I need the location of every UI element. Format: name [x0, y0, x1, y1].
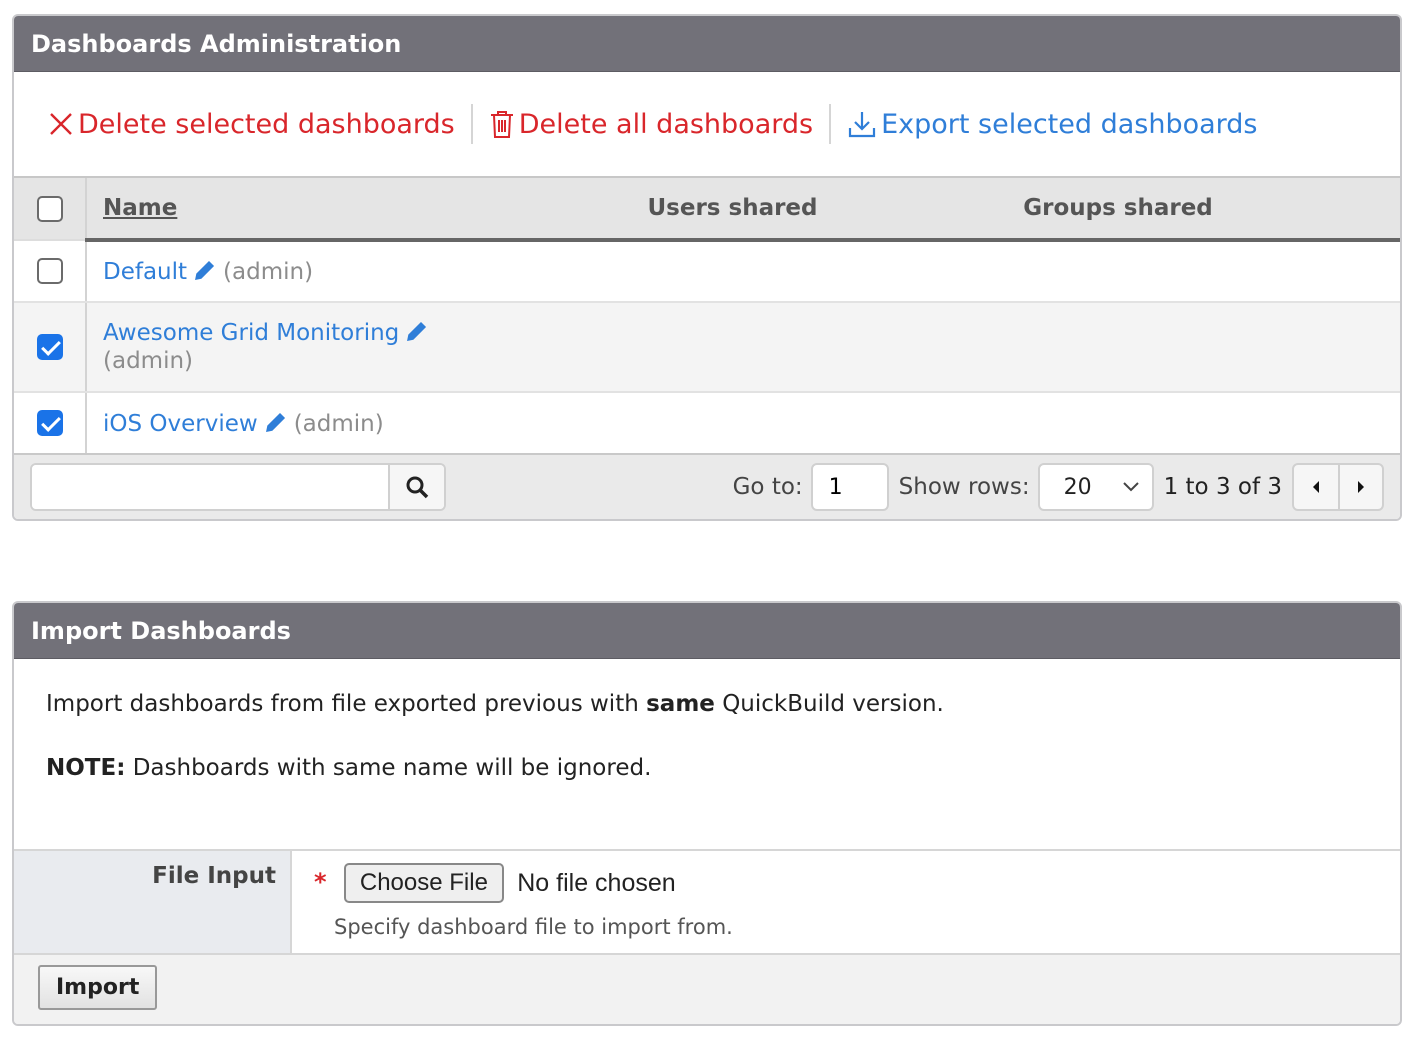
select-all-checkbox[interactable] — [36, 195, 63, 222]
pencil-icon[interactable] — [405, 319, 429, 343]
dashboards-table: Name Users shared Groups shared Default (… — [14, 178, 1400, 455]
export-selected-button[interactable]: Export selected dashboards — [847, 108, 1258, 140]
dashboard-owner: (admin) — [223, 259, 314, 285]
caret-right-icon — [1358, 481, 1364, 493]
download-icon — [848, 112, 876, 138]
divider — [829, 104, 832, 144]
pencil-icon[interactable] — [264, 410, 288, 434]
row-checkbox[interactable] — [36, 258, 63, 285]
divider — [470, 104, 473, 144]
delete-selected-button[interactable]: Delete selected dashboards — [48, 109, 455, 140]
dashboard-link[interactable]: Awesome Grid Monitoring — [103, 320, 399, 346]
delete-all-button[interactable]: Delete all dashboards — [489, 109, 813, 140]
row-checkbox[interactable] — [36, 334, 63, 361]
action-bar: Delete selected dashboards Delete all da… — [14, 72, 1400, 178]
pagination-range: 1 to 3 of 3 — [1163, 474, 1282, 500]
table-header-row: Name Users shared Groups shared — [14, 178, 1400, 242]
import-dashboards-panel: Import Dashboards Import dashboards from… — [12, 601, 1402, 1026]
pencil-icon[interactable] — [193, 258, 217, 282]
trash-icon — [490, 111, 513, 138]
search-button[interactable] — [388, 465, 444, 509]
dashboard-name-cell: Default (admin) — [86, 240, 1400, 303]
table-row: Awesome Grid Monitoring (admin) — [14, 302, 1400, 393]
panel-title: Dashboards Administration — [14, 16, 1400, 72]
file-input-row: File Input * Choose File No file chosen … — [14, 851, 1400, 955]
dashboard-owner: (admin) — [103, 348, 194, 374]
dashboard-link[interactable]: Default — [103, 259, 187, 285]
import-footer: Import — [14, 955, 1400, 1024]
show-rows-label: Show rows: — [898, 474, 1030, 500]
table-footer: Go to: Show rows: 20 1 to 3 of 3 — [14, 453, 1400, 519]
users-shared-header: Users shared — [510, 178, 955, 242]
file-input-field: * Choose File No file chosen Specify das… — [292, 851, 733, 953]
search-icon — [406, 476, 429, 499]
goto-label: Go to: — [732, 474, 803, 500]
next-page-button[interactable] — [1338, 465, 1382, 509]
export-selected-label: Export selected dashboards — [881, 108, 1258, 140]
file-input-hint: Specify dashboard file to import from. — [334, 915, 733, 939]
panel-title: Import Dashboards — [14, 603, 1400, 659]
delete-selected-label: Delete selected dashboards — [78, 108, 455, 140]
dashboard-name-cell: iOS Overview (admin) — [86, 392, 1400, 455]
table-row: Default (admin) — [14, 240, 1400, 303]
name-column-header[interactable]: Name — [86, 178, 510, 242]
name-sort-link[interactable]: Name — [103, 195, 177, 221]
search-box — [30, 463, 446, 511]
import-description: Import dashboards from file exported pre… — [14, 659, 1400, 851]
import-button[interactable]: Import — [38, 965, 158, 1010]
prev-page-button[interactable] — [1294, 465, 1338, 509]
close-icon — [50, 113, 72, 135]
row-checkbox[interactable] — [36, 410, 63, 437]
show-rows-select[interactable]: 20 — [1037, 463, 1154, 511]
import-note: NOTE: Dashboards with same name will be … — [46, 755, 652, 781]
file-input-label: File Input — [14, 851, 292, 953]
show-rows-value: 20 — [1063, 474, 1092, 500]
dashboard-name-cell: Awesome Grid Monitoring (admin) — [86, 302, 1400, 393]
dashboard-owner: (admin) — [293, 410, 384, 437]
chevron-down-icon — [1122, 482, 1139, 492]
pager — [1292, 463, 1384, 511]
import-instructions: Import dashboards from file exported pre… — [46, 691, 944, 717]
choose-file-button[interactable]: Choose File — [343, 863, 504, 903]
table-row: iOS Overview (admin) — [14, 392, 1400, 455]
caret-left-icon — [1313, 481, 1319, 493]
dashboard-link[interactable]: iOS Overview — [103, 411, 258, 437]
delete-all-label: Delete all dashboards — [518, 108, 814, 140]
required-marker: * — [314, 867, 327, 896]
dashboards-admin-panel: Dashboards Administration Delete selecte… — [12, 14, 1402, 521]
search-input[interactable] — [32, 465, 388, 509]
groups-shared-header: Groups shared — [955, 178, 1400, 242]
file-status: No file chosen — [517, 868, 676, 897]
select-all-cell — [14, 178, 87, 241]
goto-page-input[interactable] — [810, 463, 889, 511]
